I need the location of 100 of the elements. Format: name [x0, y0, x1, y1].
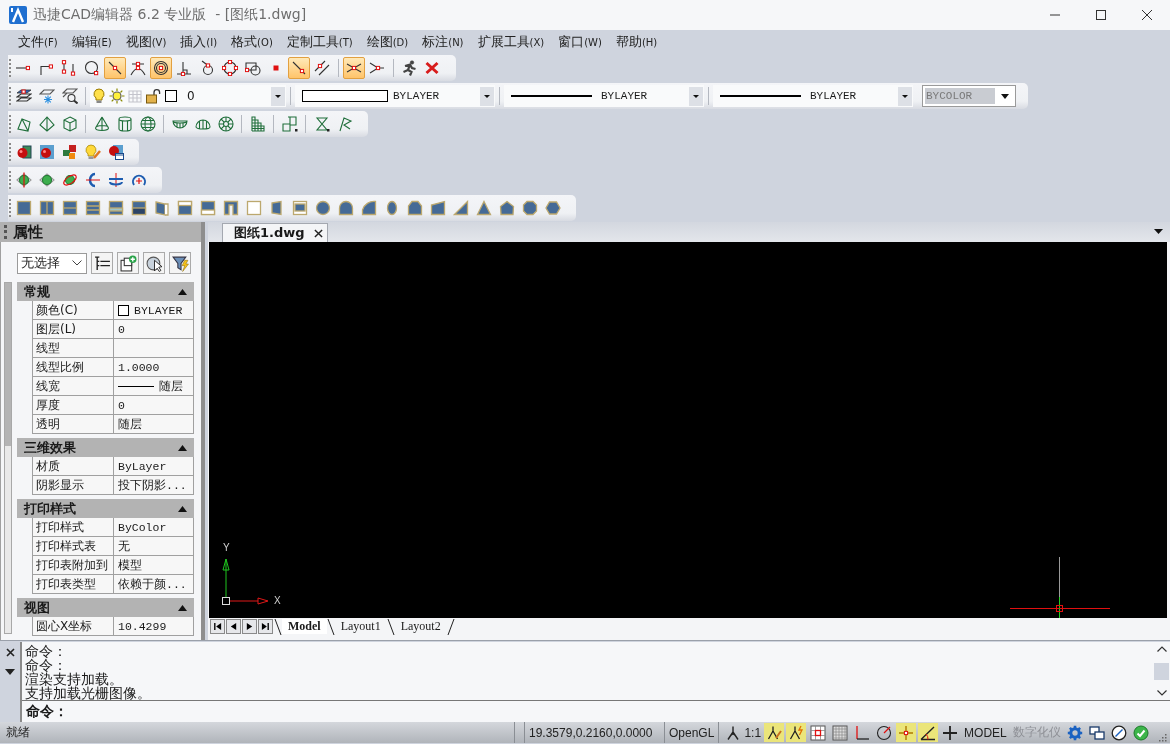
menu-item[interactable]: 编辑(E)	[64, 31, 119, 53]
orbit-sphere-icon[interactable]	[38, 172, 55, 188]
property-value[interactable]: 依赖于颜...	[113, 575, 194, 594]
chevron-up-icon[interactable]	[1156, 646, 1167, 652]
right-triangle-icon[interactable]	[452, 200, 469, 216]
torus-icon[interactable]	[217, 116, 234, 132]
sphere-box-icon[interactable]	[15, 144, 32, 160]
split-square-icon[interactable]	[38, 200, 55, 216]
triangle-down-icon[interactable]	[5, 669, 15, 675]
document-tab[interactable]: 图纸1.dwg	[222, 223, 328, 242]
property-value[interactable]: 0	[113, 396, 194, 415]
layer-dropdown[interactable]: 0	[90, 85, 286, 107]
pyramid-icon[interactable]	[38, 116, 55, 132]
square-shape-icon[interactable]	[15, 200, 32, 216]
status-toggle-button[interactable]	[896, 723, 917, 742]
layout-tab[interactable]: Layout2	[394, 619, 447, 634]
linetype-dropdown[interactable]: BYLAYER	[504, 85, 704, 107]
menu-item[interactable]: 帮助(H)	[608, 31, 665, 53]
orbit-ring-icon[interactable]	[61, 172, 78, 188]
section-header[interactable]: 三维效果	[17, 438, 194, 457]
split-square-icon[interactable]	[130, 200, 147, 216]
status-toggle-button[interactable]	[764, 723, 785, 742]
flag-line-icon[interactable]	[336, 116, 353, 132]
selection-dropdown[interactable]: 无选择	[17, 252, 87, 274]
wedge-icon[interactable]	[15, 116, 32, 132]
arc-plus-icon[interactable]	[130, 172, 147, 188]
beam-shape-icon[interactable]	[222, 200, 239, 216]
menu-item[interactable]: 窗口(W)	[551, 31, 609, 53]
chevron-down-icon[interactable]	[1156, 690, 1167, 696]
property-value[interactable]: BYLAYER	[113, 301, 194, 320]
cone-icon[interactable]	[93, 116, 110, 132]
color-dropdown[interactable]: BYLAYER	[295, 85, 495, 107]
annotation-scale[interactable]: 1:1	[744, 725, 762, 740]
rotate-axis-icon[interactable]	[84, 172, 101, 188]
layout-tab[interactable]: Layout1	[334, 619, 387, 634]
status-toggle-button[interactable]	[830, 723, 851, 742]
banded-square-icon[interactable]	[199, 200, 216, 216]
space-toggle[interactable]: MODEL	[964, 725, 1007, 740]
menu-item[interactable]: 文件(F)	[11, 31, 65, 53]
menu-item[interactable]: 绘图(D)	[359, 31, 416, 53]
triangle-icon[interactable]	[475, 200, 492, 216]
layout-nav-button[interactable]	[242, 619, 257, 634]
property-value[interactable]: 随层	[113, 415, 194, 434]
renderer-label[interactable]: OpenGL	[665, 722, 720, 743]
layer-snowflake-icon[interactable]	[38, 88, 55, 104]
grip-icon[interactable]	[4, 225, 7, 239]
split-square-icon[interactable]	[61, 200, 78, 216]
trapezoid-icon[interactable]	[429, 200, 446, 216]
status-toggle-button[interactable]	[918, 723, 939, 742]
layout-nav-button[interactable]	[258, 619, 273, 634]
property-value[interactable]: 模型	[113, 556, 194, 575]
staircase-mesh-icon[interactable]	[249, 116, 266, 132]
property-value[interactable]: 随层	[113, 377, 194, 396]
gear-icon[interactable]	[1066, 724, 1083, 741]
section-header[interactable]: 视图	[17, 598, 194, 617]
orbit-sphere-icon[interactable]	[15, 172, 32, 188]
status-toggle-button[interactable]	[808, 723, 829, 742]
colored-blocks-icon[interactable]	[61, 144, 78, 160]
door-shape-icon[interactable]	[153, 200, 170, 216]
hexagon-icon[interactable]	[544, 200, 561, 216]
box-section-icon[interactable]	[281, 116, 298, 132]
panel-tool-button[interactable]	[91, 252, 113, 274]
pentagon-icon[interactable]	[498, 200, 515, 216]
scrollbar-thumb[interactable]	[5, 283, 11, 446]
scrollbar[interactable]	[4, 282, 12, 634]
lineweight-dropdown[interactable]: BYLAYER	[713, 85, 913, 107]
banded-square-icon[interactable]	[176, 200, 193, 216]
property-value[interactable]: 无	[113, 537, 194, 556]
menu-item[interactable]: 视图(V)	[118, 31, 174, 53]
dropdown-arrow-icon[interactable]	[1154, 229, 1163, 234]
property-value[interactable]: 0	[113, 320, 194, 339]
menu-item[interactable]: 定制工具(T)	[279, 31, 360, 53]
status-toggle-button[interactable]	[786, 723, 807, 742]
sphere-tile-icon[interactable]	[38, 144, 55, 160]
cube-icon[interactable]	[61, 116, 78, 132]
close-icon[interactable]	[5, 648, 15, 657]
section-header[interactable]: 常规	[17, 282, 194, 301]
banded-square-icon[interactable]	[84, 200, 101, 216]
panel-tool-button[interactable]	[117, 252, 139, 274]
check-circle-icon[interactable]	[1132, 724, 1149, 741]
scrollbar-thumb[interactable]	[1154, 662, 1169, 680]
property-value[interactable]: 1.0000	[113, 358, 194, 377]
framed-square-icon[interactable]	[291, 200, 308, 216]
layout-nav-button[interactable]	[210, 619, 225, 634]
rotate-arrow-icon[interactable]	[107, 172, 124, 188]
close-icon[interactable]	[313, 228, 323, 238]
layout-tab[interactable]: Model	[282, 619, 327, 634]
snap-button[interactable]	[150, 57, 172, 79]
menu-item[interactable]: 插入(I)	[173, 31, 225, 53]
dome-icon[interactable]	[194, 116, 211, 132]
windows-icon[interactable]	[1088, 724, 1105, 741]
panel-tool-button[interactable]	[143, 252, 165, 274]
section-header[interactable]: 打印样式	[17, 499, 194, 518]
bulb-pencil-icon[interactable]	[84, 144, 101, 160]
circle-slash-icon[interactable]	[1110, 724, 1127, 741]
door-shape-icon[interactable]	[268, 200, 285, 216]
arch-shape-icon[interactable]	[406, 200, 423, 216]
cylinder-icon[interactable]	[116, 116, 133, 132]
resize-grip-icon[interactable]	[1157, 731, 1167, 742]
sphere-window-icon[interactable]	[107, 144, 124, 160]
